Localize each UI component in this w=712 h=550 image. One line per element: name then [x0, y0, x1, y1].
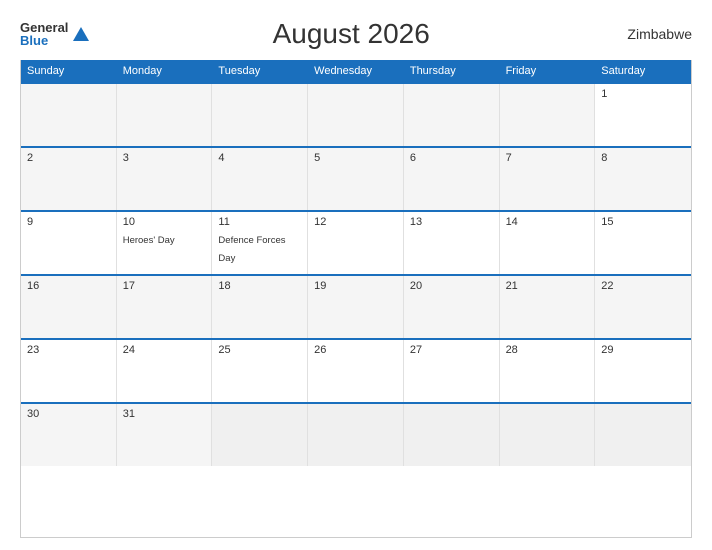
day-header: Monday	[117, 60, 213, 82]
day-number: 26	[314, 344, 397, 356]
week-row: 9 10 Heroes' Day 11 Defence Forces Day 12 13 14…	[21, 210, 691, 274]
day-cell	[500, 84, 596, 146]
day-cell: 23	[21, 340, 117, 402]
day-cell	[308, 404, 404, 466]
day-number: 3	[123, 152, 206, 164]
day-number: 1	[601, 88, 685, 100]
day-number: 23	[27, 344, 110, 356]
day-number: 15	[601, 216, 685, 228]
day-cell: 17	[117, 276, 213, 338]
calendar-header: General Blue August 2026 Zimbabwe	[20, 18, 692, 50]
day-cell	[404, 404, 500, 466]
day-number: 13	[410, 216, 493, 228]
calendar-weeks: 12345678910Heroes' Day11Defence Forces D…	[21, 82, 691, 466]
day-number: 5	[314, 152, 397, 164]
day-header: Sunday	[21, 60, 117, 82]
day-number: 27	[410, 344, 493, 356]
day-cell: 8	[595, 148, 691, 210]
day-cell	[117, 84, 213, 146]
day-cell: 10 Heroes' Day	[117, 212, 213, 274]
day-cell: 24	[117, 340, 213, 402]
week-row: 23 24 25 26 27 28 29	[21, 338, 691, 402]
week-row: 1	[21, 82, 691, 146]
day-cell	[212, 84, 308, 146]
day-cell: 15	[595, 212, 691, 274]
day-cell: 3	[117, 148, 213, 210]
day-cell: 25	[212, 340, 308, 402]
day-cell: 5	[308, 148, 404, 210]
page-title: August 2026	[90, 18, 612, 50]
day-cell	[595, 404, 691, 466]
day-number: 6	[410, 152, 493, 164]
day-header: Thursday	[404, 60, 500, 82]
day-number: 18	[218, 280, 301, 292]
calendar-page: General Blue August 2026 Zimbabwe Sunday…	[0, 0, 712, 550]
logo: General Blue	[20, 21, 90, 47]
day-number: 24	[123, 344, 206, 356]
day-number: 12	[314, 216, 397, 228]
week-row: 16 17 18 19 20 21 22	[21, 274, 691, 338]
week-row: 2345678	[21, 146, 691, 210]
logo-blue: Blue	[20, 34, 68, 47]
day-cell: 13	[404, 212, 500, 274]
day-number: 20	[410, 280, 493, 292]
country-label: Zimbabwe	[612, 26, 692, 42]
week-row: 30 31	[21, 402, 691, 466]
day-number: 16	[27, 280, 110, 292]
day-number: 21	[506, 280, 589, 292]
day-cell: 30	[21, 404, 117, 466]
day-cell: 9	[21, 212, 117, 274]
day-number: 22	[601, 280, 685, 292]
day-cell: 18	[212, 276, 308, 338]
day-header: Wednesday	[308, 60, 404, 82]
day-cell: 28	[500, 340, 596, 402]
day-cell: 27	[404, 340, 500, 402]
day-number: 30	[27, 408, 110, 420]
day-header: Tuesday	[212, 60, 308, 82]
day-cell	[212, 404, 308, 466]
day-number: 14	[506, 216, 589, 228]
day-number: 9	[27, 216, 110, 228]
day-cell	[404, 84, 500, 146]
day-cell: 12	[308, 212, 404, 274]
day-number: 25	[218, 344, 301, 356]
holiday-label: Defence Forces Day	[218, 235, 285, 264]
day-cell	[308, 84, 404, 146]
day-number: 7	[506, 152, 589, 164]
holiday-label: Heroes' Day	[123, 235, 175, 246]
day-cell: 14	[500, 212, 596, 274]
day-number: 8	[601, 152, 685, 164]
day-header: Saturday	[595, 60, 691, 82]
day-cell: 21	[500, 276, 596, 338]
day-cell: 2	[21, 148, 117, 210]
day-number: 2	[27, 152, 110, 164]
day-cell: 29	[595, 340, 691, 402]
day-number: 11	[218, 216, 301, 228]
day-cell	[500, 404, 596, 466]
day-cell: 19	[308, 276, 404, 338]
day-number: 4	[218, 152, 301, 164]
day-headers-row: SundayMondayTuesdayWednesdayThursdayFrid…	[21, 60, 691, 82]
day-cell	[21, 84, 117, 146]
day-number: 10	[123, 216, 206, 228]
day-header: Friday	[500, 60, 596, 82]
day-cell: 11 Defence Forces Day	[212, 212, 308, 274]
day-cell: 20	[404, 276, 500, 338]
day-cell: 26	[308, 340, 404, 402]
day-cell: 4	[212, 148, 308, 210]
day-cell: 7	[500, 148, 596, 210]
day-cell: 31	[117, 404, 213, 466]
logo-icon	[72, 25, 90, 43]
calendar-grid: SundayMondayTuesdayWednesdayThursdayFrid…	[20, 60, 692, 538]
day-cell: 1	[595, 84, 691, 146]
day-number: 28	[506, 344, 589, 356]
day-number: 19	[314, 280, 397, 292]
day-cell: 22	[595, 276, 691, 338]
day-cell: 6	[404, 148, 500, 210]
day-number: 17	[123, 280, 206, 292]
day-number: 29	[601, 344, 685, 356]
day-number: 31	[123, 408, 206, 420]
day-cell: 16	[21, 276, 117, 338]
